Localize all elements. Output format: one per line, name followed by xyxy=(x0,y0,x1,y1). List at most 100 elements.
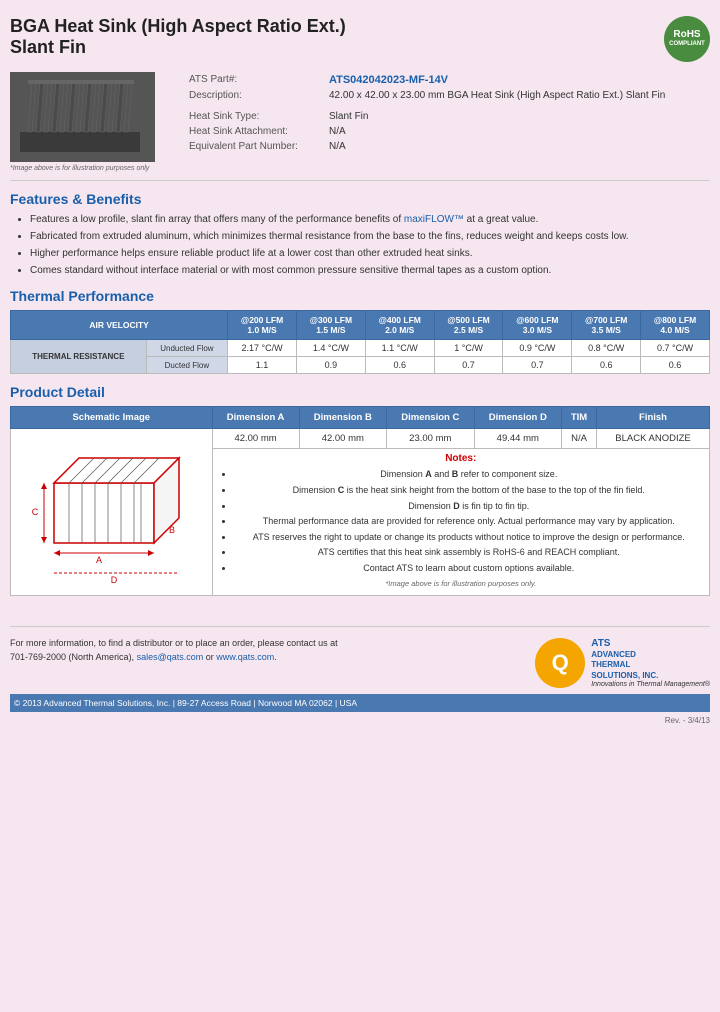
header: BGA Heat Sink (High Aspect Ratio Ext.) S… xyxy=(10,16,710,62)
contact-text: For more information, to find a distribu… xyxy=(10,637,338,664)
detail-data-row: A C B D 42.00 mm xyxy=(11,429,710,449)
col-dim-a: Dimension A xyxy=(212,407,299,429)
svg-text:B: B xyxy=(169,525,175,535)
copyright-text: © 2013 Advanced Thermal Solutions, Inc. … xyxy=(14,698,357,708)
attachment-value: N/A xyxy=(325,124,710,139)
unducted-row: THERMAL RESISTANCE Unducted Flow 2.17 °C… xyxy=(11,340,710,357)
email-link[interactable]: sales@qats.com xyxy=(137,652,204,662)
ats-tagline: Innovations in Thermal Management® xyxy=(591,681,710,688)
col-700lfm: @700 LFM 3.5 M/S xyxy=(572,311,641,340)
col-dim-c: Dimension C xyxy=(387,407,474,429)
note-4: Thermal performance data are provided fo… xyxy=(234,515,704,528)
svg-text:C: C xyxy=(32,507,39,517)
website-link[interactable]: www.qats.com xyxy=(216,652,274,662)
dim-b-value: 42.00 mm xyxy=(299,429,386,449)
notes-cell: Notes: Dimension A and B refer to compon… xyxy=(212,449,709,596)
page-title-line1: BGA Heat Sink (High Aspect Ratio Ext.) xyxy=(10,16,346,37)
air-velocity-header: AIR VELOCITY xyxy=(11,311,228,340)
product-info: *Image above is for illustration purpose… xyxy=(10,72,710,172)
col-800lfm: @800 LFM 4.0 M/S xyxy=(641,311,710,340)
detail-header-row: Schematic Image Dimension A Dimension B … xyxy=(11,407,710,429)
ducted-200: 1.1 xyxy=(228,357,297,374)
product-detail-heading: Product Detail xyxy=(10,384,710,400)
note-2: Dimension C is the heat sink height from… xyxy=(234,484,704,497)
ducted-500: 0.7 xyxy=(434,357,503,374)
unducted-label: Unducted Flow xyxy=(146,340,227,357)
tim-value: N/A xyxy=(562,429,597,449)
note-5: ATS reserves the right to update or chan… xyxy=(234,531,704,544)
col-500lfm: @500 LFM 2.5 M/S xyxy=(434,311,503,340)
col-400lfm: @400 LFM 2.0 M/S xyxy=(365,311,434,340)
rohs-compliant: COMPLIANT xyxy=(669,41,705,48)
footer-left: For more information, to find a distribu… xyxy=(10,637,338,668)
page: BGA Heat Sink (High Aspect Ratio Ext.) S… xyxy=(10,0,710,741)
ats-text-block: ATS ADVANCED THERMAL SOLUTIONS, INC. Inn… xyxy=(591,637,710,688)
svg-text:D: D xyxy=(111,575,118,585)
detail-table: Schematic Image Dimension A Dimension B … xyxy=(10,406,710,596)
footer-logo: Q ATS ADVANCED THERMAL SOLUTIONS, INC. I… xyxy=(535,637,710,688)
ats-abbrev: ATS xyxy=(591,637,710,650)
svg-text:A: A xyxy=(96,555,102,565)
features-heading: Features & Benefits xyxy=(10,191,710,207)
col-schematic: Schematic Image xyxy=(11,407,213,429)
rohs-badge: RoHS COMPLIANT xyxy=(664,16,710,62)
notes-list: Dimension A and B refer to component siz… xyxy=(218,468,704,574)
product-image xyxy=(10,72,155,162)
schematic-image-cell: A C B D xyxy=(11,429,213,596)
unducted-600: 0.9 °C/W xyxy=(503,340,572,357)
notes-heading: Notes: xyxy=(218,453,704,464)
ats-full-name: ADVANCED THERMAL SOLUTIONS, INC. xyxy=(591,650,710,681)
maxiflow-link: maxiFLOW™ xyxy=(404,214,464,225)
ats-q-logo: Q xyxy=(535,638,585,688)
unducted-200: 2.17 °C/W xyxy=(228,340,297,357)
ats-name: ATS ADVANCED THERMAL SOLUTIONS, INC. xyxy=(591,637,710,681)
type-value: Slant Fin xyxy=(325,109,710,124)
dim-c-value: 23.00 mm xyxy=(387,429,474,449)
ducted-600: 0.7 xyxy=(503,357,572,374)
description-value: 42.00 x 42.00 x 23.00 mm BGA Heat Sink (… xyxy=(325,88,710,103)
thermal-heading: Thermal Performance xyxy=(10,288,710,304)
note-3: Dimension D is fin tip to fin tip. xyxy=(234,500,704,513)
col-600lfm: @600 LFM 3.0 M/S xyxy=(503,311,572,340)
ats-q-letter: Q xyxy=(552,650,569,676)
col-finish: Finish xyxy=(597,407,710,429)
ducted-800: 0.6 xyxy=(641,357,710,374)
ducted-700: 0.6 xyxy=(572,357,641,374)
page-title-line2: Slant Fin xyxy=(10,37,346,58)
col-dim-d: Dimension D xyxy=(474,407,561,429)
copyright-bar: © 2013 Advanced Thermal Solutions, Inc. … xyxy=(10,694,710,712)
equiv-label: Equivalent Part Number: xyxy=(185,139,325,154)
equiv-value: N/A xyxy=(325,139,710,154)
ducted-400: 0.6 xyxy=(365,357,434,374)
col-dim-b: Dimension B xyxy=(299,407,386,429)
heatsink-svg xyxy=(10,72,155,162)
unducted-700: 0.8 °C/W xyxy=(572,340,641,357)
unducted-300: 1.4 °C/W xyxy=(296,340,365,357)
part-number: ATS042042023-MF-14V xyxy=(325,72,710,88)
feature-item-1: Features a low profile, slant fin array … xyxy=(30,213,710,227)
attachment-label: Heat Sink Attachment: xyxy=(185,124,325,139)
description-label: Description: xyxy=(185,88,325,103)
schematic-image-note: *Image above is for illustration purpose… xyxy=(218,579,704,588)
note-1: Dimension A and B refer to component siz… xyxy=(234,468,704,481)
dim-a-value: 42.00 mm xyxy=(212,429,299,449)
feature-item-2: Fabricated from extruded aluminum, which… xyxy=(30,230,710,244)
product-image-block: *Image above is for illustration purpose… xyxy=(10,72,165,172)
schematic-svg: A C B D xyxy=(24,433,199,588)
features-list: Features a low profile, slant fin array … xyxy=(10,213,710,278)
feature-item-3: Higher performance helps ensure reliable… xyxy=(30,247,710,261)
finish-value: BLACK ANODIZE xyxy=(597,429,710,449)
note-6: ATS certifies that this heat sink assemb… xyxy=(234,546,704,559)
part-label: ATS Part#: xyxy=(185,72,325,88)
unducted-500: 1 °C/W xyxy=(434,340,503,357)
rohs-text: RoHS xyxy=(673,29,700,41)
col-200lfm: @200 LFM 1.0 M/S xyxy=(228,311,297,340)
title-block: BGA Heat Sink (High Aspect Ratio Ext.) S… xyxy=(10,16,346,58)
dim-d-value: 49.44 mm xyxy=(474,429,561,449)
part-number-value: ATS042042023-MF-14V xyxy=(329,74,448,86)
thermal-header-row: AIR VELOCITY @200 LFM 1.0 M/S @300 LFM 1… xyxy=(11,311,710,340)
part-row: ATS Part#: ATS042042023-MF-14V xyxy=(185,72,710,88)
equiv-row: Equivalent Part Number: N/A xyxy=(185,139,710,154)
footer: For more information, to find a distribu… xyxy=(10,626,710,688)
rev-text: Rev. - 3/4/13 xyxy=(10,716,710,725)
